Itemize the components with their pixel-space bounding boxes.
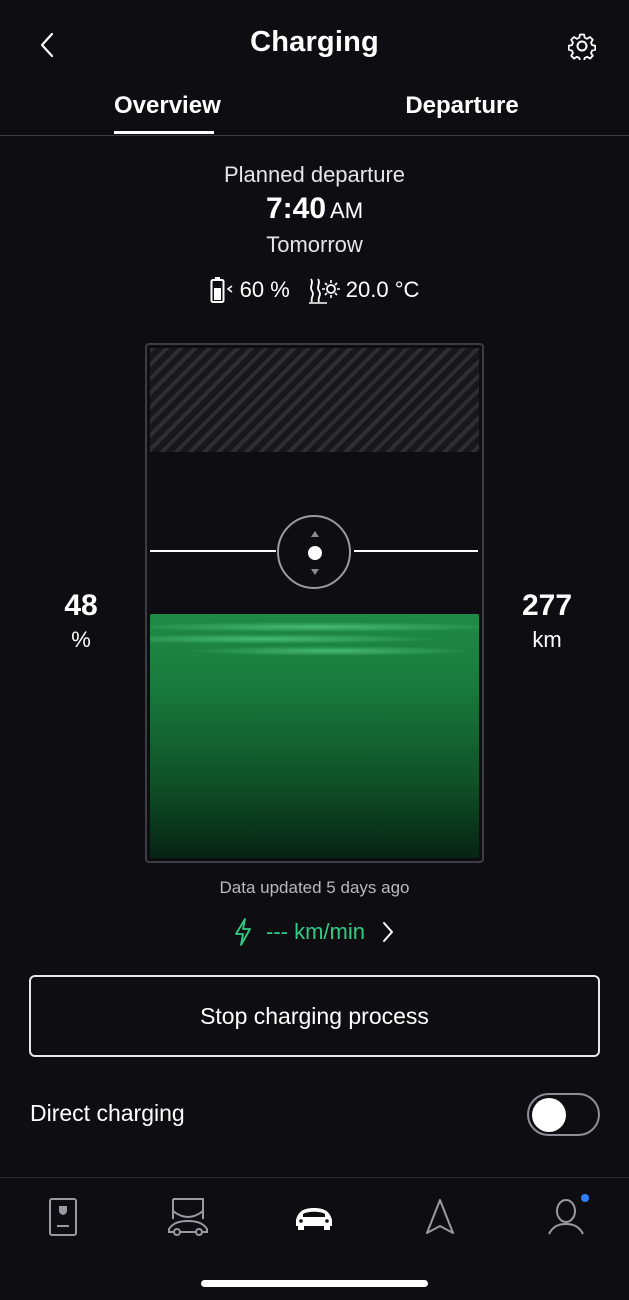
notification-badge [581, 1194, 589, 1202]
nav-car-service[interactable] [158, 1192, 218, 1242]
home-indicator [201, 1280, 428, 1287]
nav-phone-key[interactable] [33, 1192, 93, 1242]
slider-knob [308, 546, 322, 560]
gear-icon [568, 33, 596, 60]
departure-settings-summary: 60 % 20.0 °C [0, 274, 629, 306]
fill-wave [182, 646, 479, 656]
stop-charging-button[interactable]: Stop charging process [29, 975, 600, 1057]
chevron-right-icon [382, 922, 393, 942]
climate-icon [308, 278, 340, 304]
target-soc: 60 % [210, 276, 290, 304]
climate-temperature-value: 20.0 °C [345, 277, 420, 302]
current-soc-unit: % [71, 627, 91, 652]
active-tab-indicator [114, 131, 214, 134]
current-soc: 48 % [31, 589, 131, 653]
target-soc-value: 60 % [239, 277, 290, 302]
lightning-icon [235, 918, 251, 946]
planned-departure-label: Planned departure [223, 162, 406, 187]
page-title: Charging [250, 26, 379, 58]
battery-target-icon [210, 277, 233, 303]
tab-departure[interactable]: Departure [398, 92, 526, 120]
nav-divider [0, 1177, 629, 1178]
current-soc-value: 48 [64, 589, 98, 622]
nav-car[interactable] [284, 1192, 344, 1242]
climate-temperature: 20.0 °C [308, 276, 420, 304]
car-service-icon [168, 1198, 208, 1236]
charge-limit-area [150, 348, 479, 452]
profile-icon [548, 1199, 584, 1235]
car-icon [296, 1208, 332, 1230]
settings-button[interactable] [562, 26, 602, 66]
current-range-unit: km [532, 627, 562, 652]
navigation-icon [426, 1199, 454, 1234]
data-updated-text: Data updated 5 days ago [219, 878, 410, 897]
toggle-knob [532, 1098, 566, 1132]
fill-wave [150, 634, 447, 644]
departure-time-value: 7:40 [265, 192, 327, 225]
current-range: 277 km [497, 589, 597, 653]
phone-key-icon [49, 1198, 77, 1236]
tab-overview[interactable]: Overview [114, 92, 221, 120]
direct-charging-label: Direct charging [30, 1100, 185, 1126]
departure-time-ampm: AM [330, 198, 364, 223]
battery-charge-fill [150, 614, 479, 858]
target-level-slider-handle[interactable] [277, 515, 351, 589]
target-level-line [354, 550, 478, 552]
charging-rate-link[interactable]: --- km/min [0, 918, 629, 946]
nav-navigation[interactable] [410, 1192, 470, 1242]
current-range-value: 277 [521, 589, 573, 622]
charging-rate-value: --- km/min [266, 919, 365, 944]
tab-divider [0, 135, 629, 136]
fill-wave [150, 622, 479, 632]
arrow-up-icon [311, 531, 319, 537]
direct-charging-toggle[interactable] [527, 1093, 600, 1136]
arrow-down-icon [311, 569, 319, 575]
battery-level-visual [145, 343, 484, 863]
departure-day: Tomorrow [266, 232, 363, 257]
departure-time: 7:40 AM [0, 192, 629, 226]
target-level-line [150, 550, 276, 552]
